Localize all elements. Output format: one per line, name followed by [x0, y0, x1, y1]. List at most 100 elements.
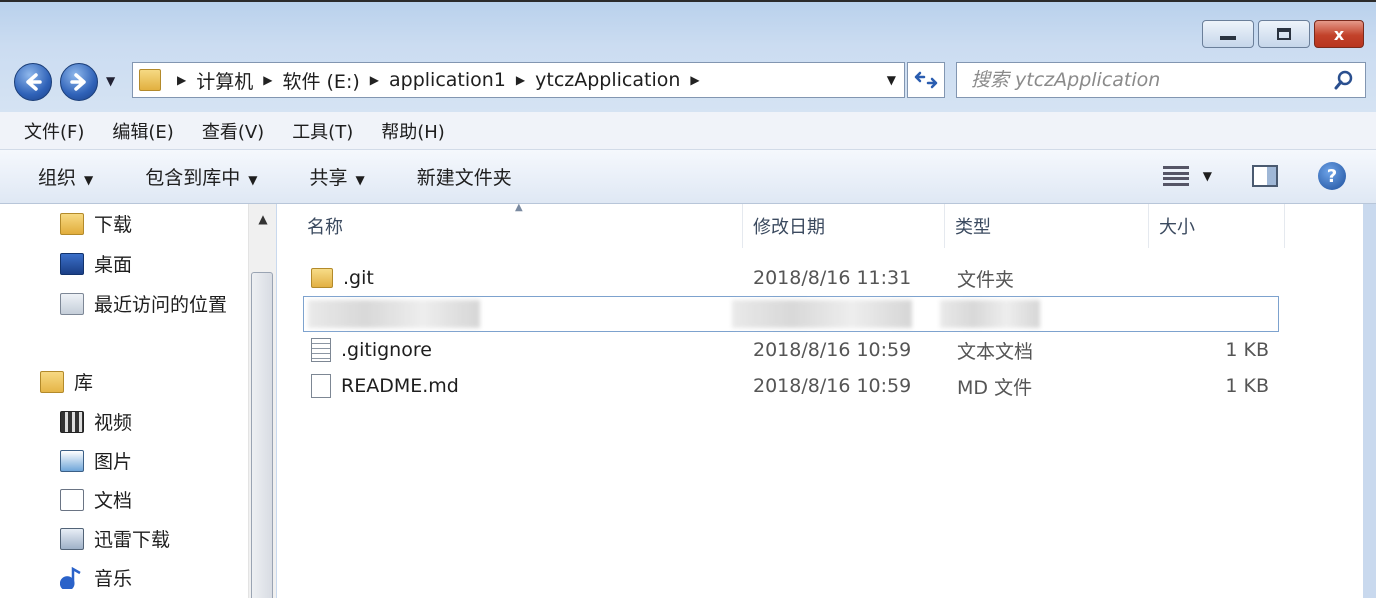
library-icon	[40, 370, 64, 393]
desktop-icon	[60, 252, 84, 275]
nav-item-label: 迅雷下载	[94, 529, 171, 551]
nav-item-recent-places[interactable]: 最近访问的位置	[60, 290, 227, 317]
menu-view[interactable]: 查看(V)	[202, 118, 264, 144]
file-row-git[interactable]: .git 2018/8/16 11:31 文件夹	[303, 262, 1279, 294]
menu-help[interactable]: 帮助(H)	[381, 118, 445, 144]
share-button[interactable]: 共享 ▼	[310, 163, 365, 190]
nav-item-label: 图片	[94, 451, 133, 473]
file-date: 2018/8/16 10:59	[753, 339, 912, 361]
search-input[interactable]	[971, 69, 1331, 91]
maximize-icon	[1277, 28, 1291, 40]
preview-pane-icon[interactable]	[1252, 165, 1278, 187]
recent-places-icon	[60, 292, 84, 315]
folder-icon	[311, 268, 333, 288]
maximize-button[interactable]	[1258, 20, 1310, 48]
menu-tools[interactable]: 工具(T)	[292, 118, 353, 144]
nav-item-pictures[interactable]: 图片	[60, 447, 132, 474]
nav-item-desktop[interactable]: 桌面	[60, 250, 132, 277]
forward-arrow-icon	[70, 73, 86, 91]
forward-button[interactable]	[60, 63, 98, 101]
file-name-cell: README.md	[311, 374, 459, 398]
scrollbar-thumb[interactable]	[251, 272, 273, 598]
nav-item-label: 视频	[94, 412, 133, 434]
address-bar[interactable]: ▶ 计算机 ▶ 软件 (E:) ▶ application1 ▶ ytczApp…	[132, 62, 905, 98]
address-history-dropdown-icon[interactable]: ▼	[887, 73, 896, 87]
pictures-icon	[60, 449, 84, 472]
view-details-icon	[1162, 166, 1189, 186]
navigation-scrollbar[interactable]: ▲	[248, 204, 276, 598]
chevron-down-icon: ▼	[355, 173, 365, 187]
file-type: 文件夹	[957, 268, 1015, 291]
menu-bar: 文件(F) 编辑(E) 查看(V) 工具(T) 帮助(H)	[0, 112, 1376, 150]
include-in-library-button[interactable]: 包含到库中 ▼	[145, 163, 257, 190]
file-name: .git	[343, 267, 374, 289]
column-header-type[interactable]: 类型	[945, 204, 1149, 248]
navigation-pane: 下载 桌面 最近访问的位置 库 视频 图片 文档 迅雷下载 音乐 ▲	[0, 204, 276, 598]
navigation-row: ▼ ▶ 计算机 ▶ 软件 (E:) ▶ application1 ▶ ytczA…	[10, 60, 1366, 102]
chevron-right-icon[interactable]: ▶	[177, 73, 186, 87]
nav-item-music[interactable]: 音乐	[60, 564, 132, 591]
new-folder-button[interactable]: 新建文件夹	[417, 163, 512, 190]
breadcrumb-application1[interactable]: application1	[389, 69, 506, 91]
refresh-button[interactable]	[907, 62, 945, 98]
nav-item-label: 库	[74, 372, 94, 394]
breadcrumb-drive-e[interactable]: 软件 (E:)	[282, 67, 359, 94]
file-name-cell: .git	[311, 267, 374, 289]
redacted-type	[940, 300, 1040, 328]
file-row-gitignore[interactable]: .gitignore 2018/8/16 10:59 文本文档 1 KB	[303, 334, 1279, 366]
chevron-right-icon[interactable]: ▶	[370, 73, 379, 87]
nav-item-thunder-downloads[interactable]: 迅雷下载	[60, 525, 170, 552]
search-box[interactable]	[956, 62, 1366, 98]
file-size: 1 KB	[1225, 375, 1269, 397]
share-label: 共享	[309, 167, 348, 189]
close-icon: x	[1333, 24, 1345, 44]
minimize-icon	[1220, 36, 1236, 40]
chevron-right-icon[interactable]: ▶	[690, 73, 699, 87]
close-button[interactable]: x	[1314, 20, 1364, 48]
chevron-right-icon[interactable]: ▶	[263, 73, 272, 87]
file-type: 文本文档	[957, 340, 1034, 363]
recent-pages-dropdown-icon[interactable]: ▼	[106, 74, 115, 88]
minimize-button[interactable]	[1202, 20, 1254, 48]
chevron-down-icon: ▼	[248, 173, 258, 187]
column-header-date[interactable]: 修改日期	[743, 204, 945, 248]
nav-item-videos[interactable]: 视频	[60, 408, 132, 435]
change-view-button[interactable]: ▼	[1162, 166, 1212, 186]
menu-edit[interactable]: 编辑(E)	[112, 118, 173, 144]
file-date: 2018/8/16 11:31	[753, 267, 912, 289]
column-header-name[interactable]: ▲ 名称	[277, 202, 743, 248]
view-controls: ▼ ?	[1162, 162, 1346, 190]
file-row-readme[interactable]: README.md 2018/8/16 10:59 MD 文件 1 KB	[303, 370, 1279, 402]
menu-file[interactable]: 文件(F)	[24, 118, 84, 144]
column-header-name-label: 名称	[307, 217, 343, 238]
organize-button[interactable]: 组织 ▼	[38, 163, 93, 190]
search-icon[interactable]	[1333, 69, 1355, 91]
back-arrow-icon	[26, 73, 42, 91]
file-type: MD 文件	[957, 376, 1033, 399]
chevron-right-icon[interactable]: ▶	[516, 73, 525, 87]
window-right-border	[1363, 204, 1376, 598]
breadcrumb-ytczapplication[interactable]: ytczApplication	[535, 69, 680, 91]
file-name: .gitignore	[341, 339, 432, 361]
help-icon[interactable]: ?	[1318, 162, 1346, 190]
nav-item-documents[interactable]: 文档	[60, 486, 132, 513]
window-controls: x	[1202, 20, 1364, 48]
breadcrumb-computer[interactable]: 计算机	[196, 67, 253, 94]
chevron-down-icon: ▼	[1202, 169, 1212, 183]
nav-item-label: 下载	[94, 214, 133, 236]
file-name-cell: .gitignore	[311, 338, 432, 362]
column-header-size[interactable]: 大小	[1149, 204, 1285, 248]
folder-icon	[139, 69, 161, 91]
file-row-redacted[interactable]	[303, 296, 1279, 332]
back-button[interactable]	[14, 63, 52, 101]
nav-item-label: 桌面	[94, 254, 133, 276]
video-icon	[60, 410, 84, 433]
nav-item-downloads[interactable]: 下载	[60, 210, 132, 237]
nav-item-library[interactable]: 库	[40, 368, 93, 395]
nav-item-label: 最近访问的位置	[94, 294, 228, 316]
download-folder-icon	[60, 212, 84, 235]
file-size: 1 KB	[1225, 339, 1269, 361]
include-in-library-label: 包含到库中	[145, 167, 241, 189]
scroll-up-icon[interactable]: ▲	[249, 212, 277, 226]
documents-icon	[60, 488, 84, 511]
